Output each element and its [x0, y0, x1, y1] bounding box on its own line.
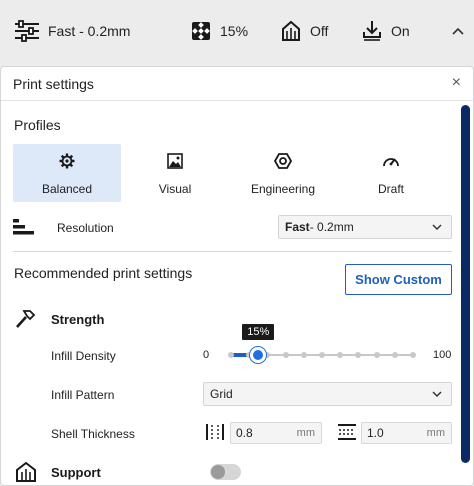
infill-pattern-label: Infill Pattern — [51, 388, 115, 402]
layer-height-icon — [13, 217, 35, 242]
resolution-row: Resolution Fast - 0.2mm — [13, 213, 453, 243]
adhesion-value: On — [391, 23, 410, 39]
top-bottom-thickness-value: 1.0 — [367, 426, 384, 440]
slider-min-label: 0 — [203, 349, 210, 361]
chevron-up-icon[interactable] — [452, 8, 464, 54]
support-icon — [15, 461, 37, 485]
resolution-label: Resolution — [57, 221, 114, 235]
profile-selector[interactable]: Fast - 0.2mm — [14, 8, 130, 54]
resolution-dropdown[interactable]: Fast - 0.2mm — [278, 215, 452, 239]
infill-pattern-value: Grid — [210, 387, 233, 401]
hammer-icon — [15, 309, 37, 336]
adhesion-icon — [362, 20, 382, 42]
chevron-down-icon — [431, 221, 443, 236]
support-icon — [281, 20, 301, 42]
support-value: Off — [310, 23, 329, 39]
profile-balanced[interactable]: Balanced — [13, 144, 121, 202]
show-custom-button[interactable]: Show Custom — [345, 264, 452, 295]
slider-tick — [282, 352, 289, 358]
toggle-knob — [211, 465, 225, 479]
support-title: Support — [51, 464, 101, 480]
strength-category: Strength — [13, 307, 213, 331]
infill-summary[interactable]: 15% — [191, 8, 248, 54]
gear-icon — [59, 152, 75, 170]
profile-list: Balanced Visual Engineering Draft — [13, 144, 445, 202]
slider-tick — [410, 352, 416, 358]
strength-title: Strength — [51, 311, 105, 327]
wall-thickness-input[interactable]: 0.8 mm — [230, 422, 322, 444]
slider-handle[interactable] — [250, 347, 267, 363]
close-icon[interactable]: × — [452, 74, 461, 92]
resolution-value-rest: - 0.2mm — [309, 220, 354, 234]
profile-label: Engineering — [250, 182, 316, 196]
wall-thickness-unit: mm — [296, 427, 315, 439]
adhesion-summary[interactable]: On — [362, 8, 410, 54]
gauge-icon — [382, 152, 400, 170]
slider-tick — [228, 352, 234, 358]
slider-tick — [355, 352, 362, 358]
top-bottom-thickness-unit: mm — [426, 427, 445, 439]
profile-label: Balanced — [41, 182, 93, 196]
print-setup-header[interactable]: Fast - 0.2mm 15% Off On — [0, 0, 474, 62]
infill-value: 15% — [220, 23, 249, 39]
top-bottom-thickness-input[interactable]: 1.0 mm — [361, 422, 452, 444]
slider-value-tooltip: 15% — [242, 324, 275, 340]
print-settings-panel: Print settings × Profiles Balanced Visua… — [0, 66, 474, 486]
profile-visual[interactable]: Visual — [121, 144, 229, 202]
recommended-heading: Recommended print settings — [14, 265, 193, 281]
chevron-down-icon — [431, 388, 443, 403]
image-icon — [167, 152, 183, 170]
profiles-heading: Profiles — [14, 117, 61, 133]
profile-draft[interactable]: Draft — [337, 144, 445, 202]
sliders-icon — [14, 20, 40, 42]
wall-thickness-value: 0.8 — [236, 426, 253, 440]
top-bottom-thickness-icon — [337, 423, 357, 446]
infill-icon — [191, 21, 211, 41]
slider-tick — [300, 352, 307, 358]
profile-label: Draft — [377, 182, 404, 196]
slider-tick — [391, 352, 398, 358]
infill-pattern-dropdown[interactable]: Grid — [203, 382, 452, 406]
slider-max-label: 100 — [433, 349, 452, 361]
slider-tick — [319, 352, 325, 358]
support-summary[interactable]: Off — [281, 8, 328, 54]
slider-tick — [337, 352, 344, 358]
profile-summary: Fast - 0.2mm — [48, 23, 131, 39]
panel-header: Print settings × — [1, 67, 473, 101]
section-divider — [13, 251, 452, 252]
support-toggle[interactable] — [210, 464, 241, 480]
infill-density-label: Infill Density — [51, 349, 116, 363]
scrollbar-thumb[interactable] — [461, 105, 470, 463]
infill-density-slider[interactable]: 0 15% 100 — [201, 324, 461, 364]
wall-thickness-icon — [205, 423, 225, 446]
panel-title: Print settings — [13, 76, 94, 92]
profile-engineering[interactable]: Engineering — [229, 144, 337, 202]
support-category: Support — [13, 460, 213, 484]
shell-thickness-label: Shell Thickness — [51, 427, 135, 441]
hex-nut-icon — [274, 152, 292, 170]
slider-tick — [373, 352, 380, 358]
scrollbar[interactable] — [461, 105, 470, 485]
resolution-value-bold: Fast — [285, 220, 310, 234]
profile-label: Visual — [158, 182, 192, 196]
